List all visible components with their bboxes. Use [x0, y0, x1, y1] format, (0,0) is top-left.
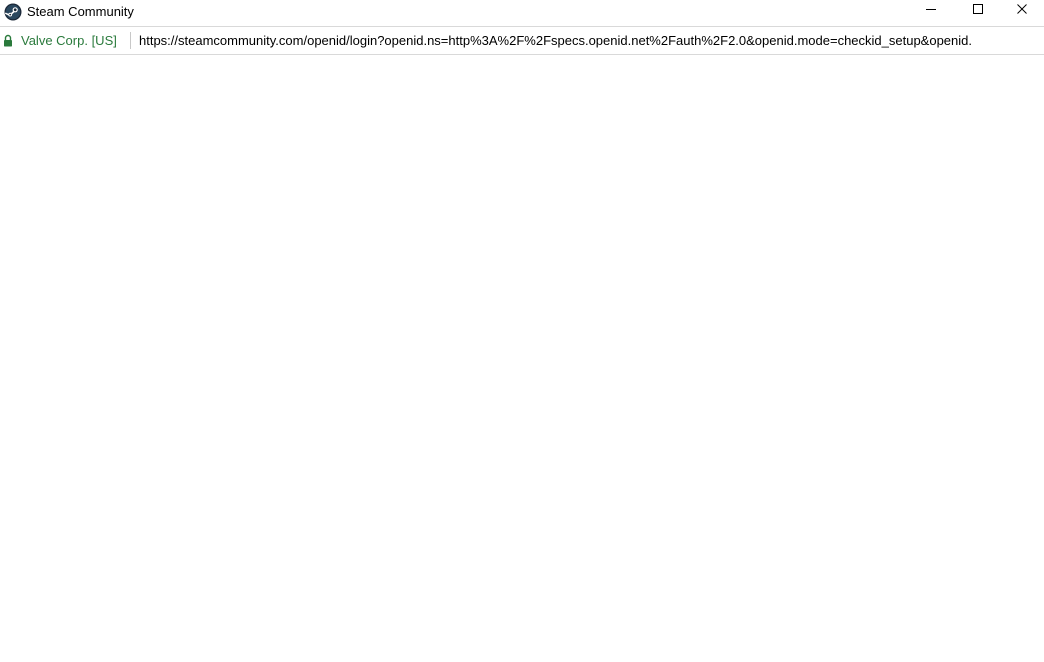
window-title: Steam Community: [27, 4, 134, 19]
address-divider: [130, 32, 131, 49]
close-button[interactable]: [1000, 0, 1044, 22]
lock-icon[interactable]: [3, 34, 13, 47]
page-content: [0, 55, 1044, 662]
close-icon: [1016, 2, 1028, 20]
minimize-button[interactable]: [909, 0, 953, 22]
maximize-button[interactable]: [956, 0, 1000, 22]
address-bar: Valve Corp. [US] https://steamcommunity.…: [0, 26, 1044, 55]
browser-popup-window: Steam Community Valve Corp. [US] https:/…: [0, 0, 1044, 662]
site-identity[interactable]: Valve Corp. [US]: [21, 33, 117, 49]
minimize-icon: [925, 2, 937, 20]
steam-icon: [4, 3, 22, 21]
url-text[interactable]: https://steamcommunity.com/openid/login?…: [139, 33, 1039, 49]
title-bar[interactable]: Steam Community: [0, 0, 1044, 26]
maximize-icon: [972, 2, 984, 20]
